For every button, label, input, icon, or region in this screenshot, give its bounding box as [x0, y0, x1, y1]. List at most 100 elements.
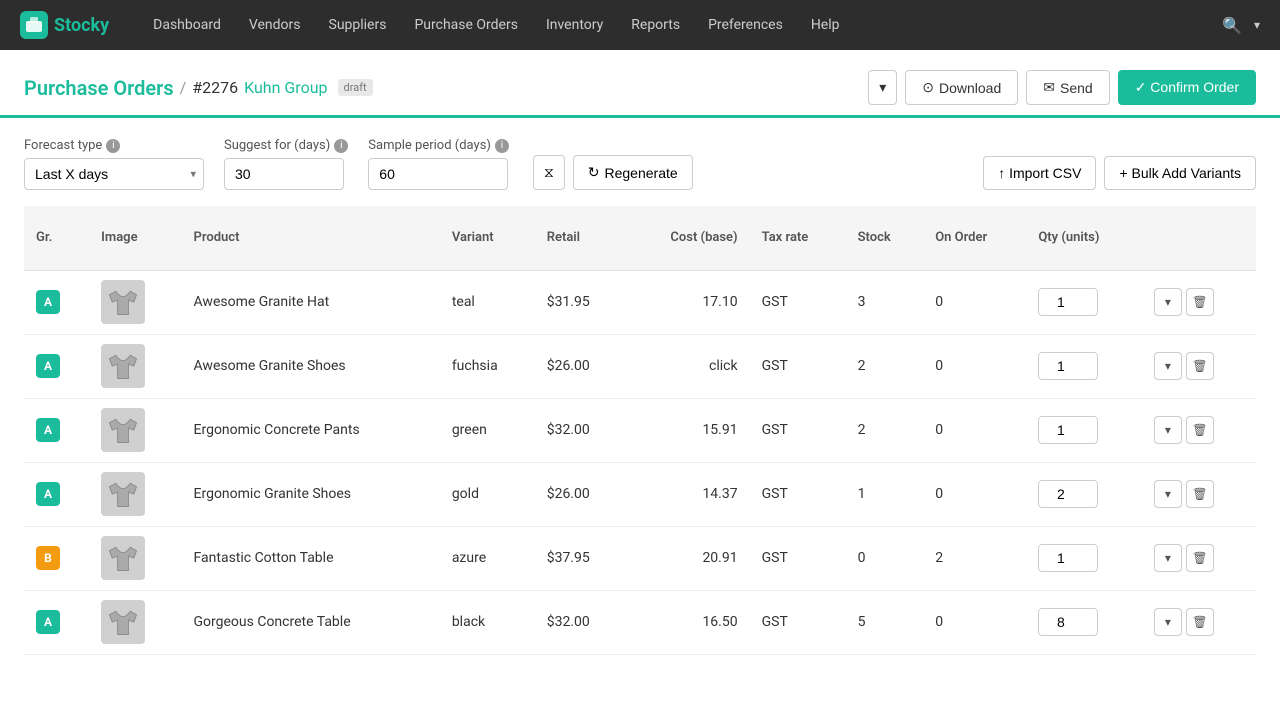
row-actions: ▾ 🗑: [1142, 462, 1256, 526]
col-on-order: On Order: [923, 206, 1026, 270]
status-badge: draft: [338, 79, 373, 96]
sample-period-input[interactable]: [368, 158, 508, 190]
row-image: [89, 334, 181, 398]
row-product: Ergonomic Granite Shoes: [182, 462, 440, 526]
qty-input[interactable]: [1038, 416, 1098, 444]
nav-reports[interactable]: Reports: [617, 0, 694, 50]
suggest-days-group: Suggest for (days) i: [224, 138, 348, 190]
send-icon: ✉: [1043, 79, 1055, 96]
row-cost: 20.91: [626, 526, 750, 590]
row-on-order: 0: [923, 590, 1026, 654]
nav-links: Dashboard Vendors Suppliers Purchase Ord…: [139, 0, 1222, 50]
row-dropdown-button[interactable]: ▾: [1154, 416, 1182, 444]
nav-suppliers[interactable]: Suppliers: [315, 0, 401, 50]
sample-info-icon[interactable]: i: [495, 139, 509, 153]
nav-help[interactable]: Help: [797, 0, 854, 50]
row-retail: $31.95: [535, 270, 626, 334]
product-image: [101, 600, 145, 644]
row-variant: teal: [440, 270, 535, 334]
import-csv-button[interactable]: ↑ Import CSV: [983, 156, 1096, 190]
gr-badge: A: [36, 290, 60, 314]
row-dropdown-button[interactable]: ▾: [1154, 352, 1182, 380]
bulk-add-variants-button[interactable]: + Bulk Add Variants: [1104, 156, 1256, 190]
breadcrumb-sep: /: [180, 78, 187, 97]
download-button[interactable]: ⊙ Download: [905, 70, 1018, 105]
forecast-info-icon[interactable]: i: [106, 139, 120, 153]
qty-input[interactable]: [1038, 608, 1098, 636]
nav-dashboard[interactable]: Dashboard: [139, 0, 235, 50]
row-delete-button[interactable]: 🗑: [1186, 608, 1214, 636]
row-qty: [1026, 270, 1141, 334]
sample-period-group: Sample period (days) i: [368, 138, 509, 190]
navbar: Stocky Dashboard Vendors Suppliers Purch…: [0, 0, 1280, 50]
col-product: Product: [182, 206, 440, 270]
row-on-order: 0: [923, 334, 1026, 398]
row-image: [89, 526, 181, 590]
row-actions: ▾ 🗑: [1142, 590, 1256, 654]
col-variant: Variant: [440, 206, 535, 270]
more-dropdown-button[interactable]: ▾: [868, 70, 897, 105]
row-tax: GST: [750, 526, 846, 590]
row-tax: GST: [750, 398, 846, 462]
logo[interactable]: Stocky: [20, 11, 109, 39]
table-row: B Fantastic Cotton Table azure $37.95 20…: [24, 526, 1256, 590]
sample-period-label: Sample period (days) i: [368, 138, 509, 153]
qty-input[interactable]: [1038, 352, 1098, 380]
products-table-wrap: Gr. Image Product Variant Retail Cost (b…: [0, 206, 1280, 655]
logo-icon: [20, 11, 48, 39]
row-dropdown-button[interactable]: ▾: [1154, 544, 1182, 572]
row-gr: A: [24, 398, 89, 462]
qty-input[interactable]: [1038, 288, 1098, 316]
page-header: Purchase Orders / #2276 Kuhn Group draft…: [0, 50, 1280, 115]
nav-right: 🔍 ▾: [1222, 16, 1260, 35]
row-cost: click: [626, 334, 750, 398]
table-row: A Awesome Granite Hat teal $31.95 17.10 …: [24, 270, 1256, 334]
logo-text: Stocky: [54, 15, 109, 36]
row-on-order: 0: [923, 270, 1026, 334]
col-stock: Stock: [846, 206, 924, 270]
product-image: [101, 344, 145, 388]
table-header: Gr. Image Product Variant Retail Cost (b…: [24, 206, 1256, 270]
row-gr: A: [24, 270, 89, 334]
header-actions: ▾ ⊙ Download ✉ Send ✓ Confirm Order: [868, 70, 1256, 105]
user-menu-arrow[interactable]: ▾: [1254, 18, 1260, 32]
forecast-type-group: Forecast type i Last X days Average Manu…: [24, 138, 204, 190]
order-id: #2276: [192, 78, 238, 97]
row-dropdown-button[interactable]: ▾: [1154, 288, 1182, 316]
filter-button[interactable]: ⧖: [533, 155, 565, 190]
nav-vendors[interactable]: Vendors: [235, 0, 315, 50]
row-qty: [1026, 334, 1141, 398]
send-button[interactable]: ✉ Send: [1026, 70, 1109, 105]
supplier-link[interactable]: Kuhn Group: [244, 78, 327, 97]
search-icon[interactable]: 🔍: [1222, 16, 1242, 35]
qty-input[interactable]: [1038, 544, 1098, 572]
row-delete-button[interactable]: 🗑: [1186, 352, 1214, 380]
regenerate-button[interactable]: ↻ Regenerate: [573, 155, 693, 190]
row-delete-button[interactable]: 🗑: [1186, 544, 1214, 572]
row-product: Ergonomic Concrete Pants: [182, 398, 440, 462]
confirm-order-button[interactable]: ✓ Confirm Order: [1118, 70, 1256, 105]
product-image: [101, 408, 145, 452]
row-dropdown-button[interactable]: ▾: [1154, 480, 1182, 508]
purchase-orders-link[interactable]: Purchase Orders: [24, 76, 174, 100]
suggest-days-input[interactable]: [224, 158, 344, 190]
row-variant: azure: [440, 526, 535, 590]
row-gr: A: [24, 334, 89, 398]
row-retail: $32.00: [535, 398, 626, 462]
gr-badge: A: [36, 482, 60, 506]
row-dropdown-button[interactable]: ▾: [1154, 608, 1182, 636]
row-tax: GST: [750, 462, 846, 526]
forecast-type-select[interactable]: Last X days Average Manual: [24, 158, 204, 190]
row-delete-button[interactable]: 🗑: [1186, 416, 1214, 444]
row-delete-button[interactable]: 🗑: [1186, 288, 1214, 316]
suggest-info-icon[interactable]: i: [334, 139, 348, 153]
row-delete-button[interactable]: 🗑: [1186, 480, 1214, 508]
nav-purchase-orders[interactable]: Purchase Orders: [400, 0, 531, 50]
col-cost: Cost (base): [626, 206, 750, 270]
nav-preferences[interactable]: Preferences: [694, 0, 797, 50]
row-qty: [1026, 526, 1141, 590]
row-cost: 17.10: [626, 270, 750, 334]
col-gr: Gr.: [24, 206, 89, 270]
nav-inventory[interactable]: Inventory: [532, 0, 617, 50]
qty-input[interactable]: [1038, 480, 1098, 508]
